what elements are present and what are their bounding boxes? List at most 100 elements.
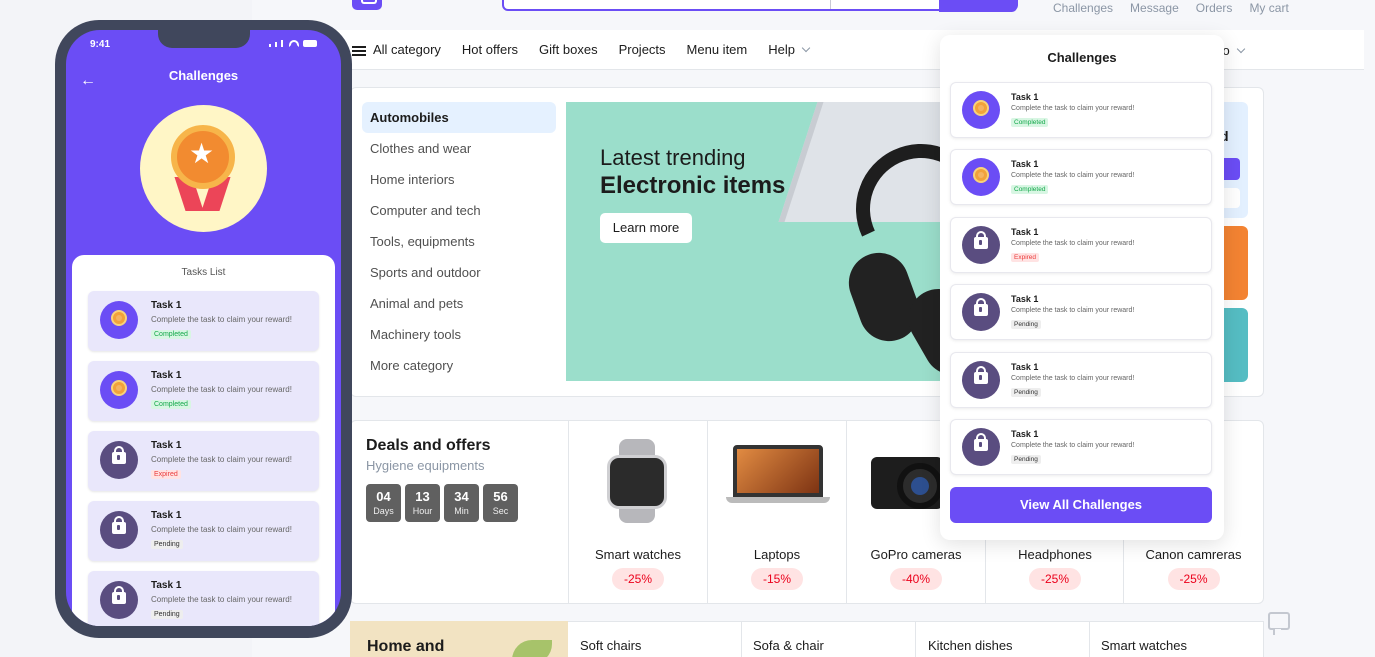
category-item[interactable]: Home interiors	[362, 164, 556, 195]
signal-icon	[269, 44, 271, 47]
deal-name: Headphones	[1018, 547, 1092, 562]
task-card[interactable]: Task 1 Complete the task to claim your r…	[88, 501, 319, 561]
task-card[interactable]: Task 1 Complete the task to claim your r…	[88, 291, 319, 351]
phone-page-title: Challenges	[168, 68, 239, 83]
task-card[interactable]: Task 1 Complete the task to claim your r…	[88, 571, 319, 626]
menu-icon	[352, 45, 366, 56]
task-name: Task 1	[151, 440, 182, 451]
smartwatch-image	[603, 439, 671, 523]
category-list: Automobiles Clothes and wear Home interi…	[362, 102, 556, 381]
task-card[interactable]: Task 1 Complete the task to claim your r…	[88, 431, 319, 491]
deal-item[interactable]: Laptops -15%	[707, 421, 846, 603]
category-item[interactable]: Sports and outdoor	[362, 257, 556, 288]
status-badge: Expired	[1011, 253, 1040, 262]
home-item[interactable]: Smart watches	[1101, 638, 1187, 653]
timer-seconds: 56 Sec	[483, 484, 518, 522]
lock-icon	[100, 511, 138, 549]
discount-badge: -25%	[1028, 568, 1082, 590]
task-description: Complete the task to claim your reward!	[151, 455, 292, 464]
task-card[interactable]: Task 1 Complete the task to claim your r…	[950, 284, 1212, 340]
medal-icon	[962, 158, 1000, 196]
top-link-cart[interactable]: My cart	[1249, 1, 1288, 15]
status-badge: Expired	[151, 470, 181, 479]
nav-all-category-label: All category	[373, 42, 441, 57]
task-card[interactable]: Task 1 Complete the task to claim your r…	[950, 419, 1212, 475]
search-bar[interactable]	[502, 0, 1018, 12]
status-badge: Pending	[1011, 320, 1041, 329]
timer-days: 04 Days	[366, 484, 401, 522]
home-item[interactable]: Sofa & chair	[753, 638, 824, 653]
category-item[interactable]: Automobiles	[362, 102, 556, 133]
battery-icon	[303, 40, 317, 47]
task-description: Complete the task to claim your reward!	[1011, 240, 1135, 247]
signal-icon	[281, 40, 283, 47]
task-card[interactable]: Task 1 Complete the task to claim your r…	[950, 352, 1212, 408]
top-link-orders[interactable]: Orders	[1196, 1, 1233, 15]
category-item[interactable]: Machinery tools	[362, 319, 556, 350]
category-item[interactable]: Tools, equipments	[362, 226, 556, 257]
status-badge: Pending	[151, 610, 183, 619]
tasks-list-card: Tasks List Task 1 Complete the task to c…	[72, 255, 335, 626]
discount-badge: -25%	[611, 568, 665, 590]
tasks-list-title: Tasks List	[181, 267, 226, 278]
top-link-message[interactable]: Message	[1130, 1, 1179, 15]
laptop-base	[726, 497, 830, 503]
timer-label: Days	[373, 506, 394, 516]
status-badge: Pending	[1011, 455, 1041, 464]
status-icons	[269, 40, 317, 47]
camera-lens	[897, 463, 943, 509]
category-item[interactable]: Animal and pets	[362, 288, 556, 319]
deal-item[interactable]: Smart watches -25%	[568, 421, 707, 603]
lock-icon	[962, 361, 1000, 399]
nav-hot-offers[interactable]: Hot offers	[462, 42, 518, 57]
nav-all-category[interactable]: All category	[352, 42, 441, 57]
nav-help[interactable]: Help	[768, 42, 811, 57]
task-name: Task 1	[1011, 294, 1039, 304]
status-badge: Pending	[1011, 388, 1041, 397]
category-item[interactable]: Computer and tech	[362, 195, 556, 226]
nav-projects[interactable]: Projects	[619, 42, 666, 57]
home-section-title: Home and	[367, 638, 445, 655]
task-name: Task 1	[151, 510, 182, 521]
brand-logo-icon[interactable]	[352, 0, 382, 10]
category-item[interactable]: More category	[362, 350, 556, 381]
top-link-challenges[interactable]: Challenges	[1053, 1, 1113, 15]
task-description: Complete the task to claim your reward!	[151, 385, 292, 394]
wifi-icon	[289, 40, 299, 47]
home-item[interactable]: Kitchen dishes	[928, 638, 1013, 653]
deals-header: Deals and offers Hygiene equipments	[366, 437, 490, 473]
search-button[interactable]	[939, 0, 1017, 12]
timer-value: 34	[454, 489, 469, 504]
task-card[interactable]: Task 1 Complete the task to claim your r…	[950, 149, 1212, 205]
deal-name: Canon camreras	[1145, 547, 1242, 562]
medal-badge: ★	[171, 125, 235, 189]
timer-hours: 13 Hour	[405, 484, 440, 522]
phone-screen: 9:41 ← Challenges ★ Tasks List Task 1 Co…	[66, 30, 341, 626]
status-badge: Completed	[151, 330, 191, 339]
category-item[interactable]: Clothes and wear	[362, 133, 556, 164]
top-links: Challenges Message Orders My cart	[1053, 1, 1289, 15]
learn-more-button[interactable]: Learn more	[600, 213, 692, 243]
nav-menu-item[interactable]: Menu item	[687, 42, 748, 57]
view-all-challenges-button[interactable]: View All Challenges	[950, 487, 1212, 523]
hero-banner: Latest trending Electronic items Learn m…	[566, 102, 966, 381]
task-name: Task 1	[151, 580, 182, 591]
task-card[interactable]: Task 1 Complete the task to claim your r…	[950, 82, 1212, 138]
chevron-down-icon	[801, 43, 811, 53]
status-time: 9:41	[90, 39, 111, 50]
lock-icon	[100, 441, 138, 479]
timer-label: Min	[454, 506, 469, 516]
task-description: Complete the task to claim your reward!	[1011, 442, 1135, 449]
lock-icon	[962, 428, 1000, 466]
laptop-image	[733, 445, 823, 497]
task-description: Complete the task to claim your reward!	[151, 315, 292, 324]
dropdown-title: Challenges	[1047, 50, 1117, 65]
task-card[interactable]: Task 1 Complete the task to claim your r…	[950, 217, 1212, 273]
task-description: Complete the task to claim your reward!	[1011, 375, 1135, 382]
nav-gift-boxes[interactable]: Gift boxes	[539, 42, 598, 57]
chat-icon[interactable]	[1268, 612, 1290, 635]
task-description: Complete the task to claim your reward!	[1011, 172, 1135, 179]
task-card[interactable]: Task 1 Complete the task to claim your r…	[88, 361, 319, 421]
task-name: Task 1	[1011, 429, 1039, 439]
home-item[interactable]: Soft chairs	[580, 638, 641, 653]
